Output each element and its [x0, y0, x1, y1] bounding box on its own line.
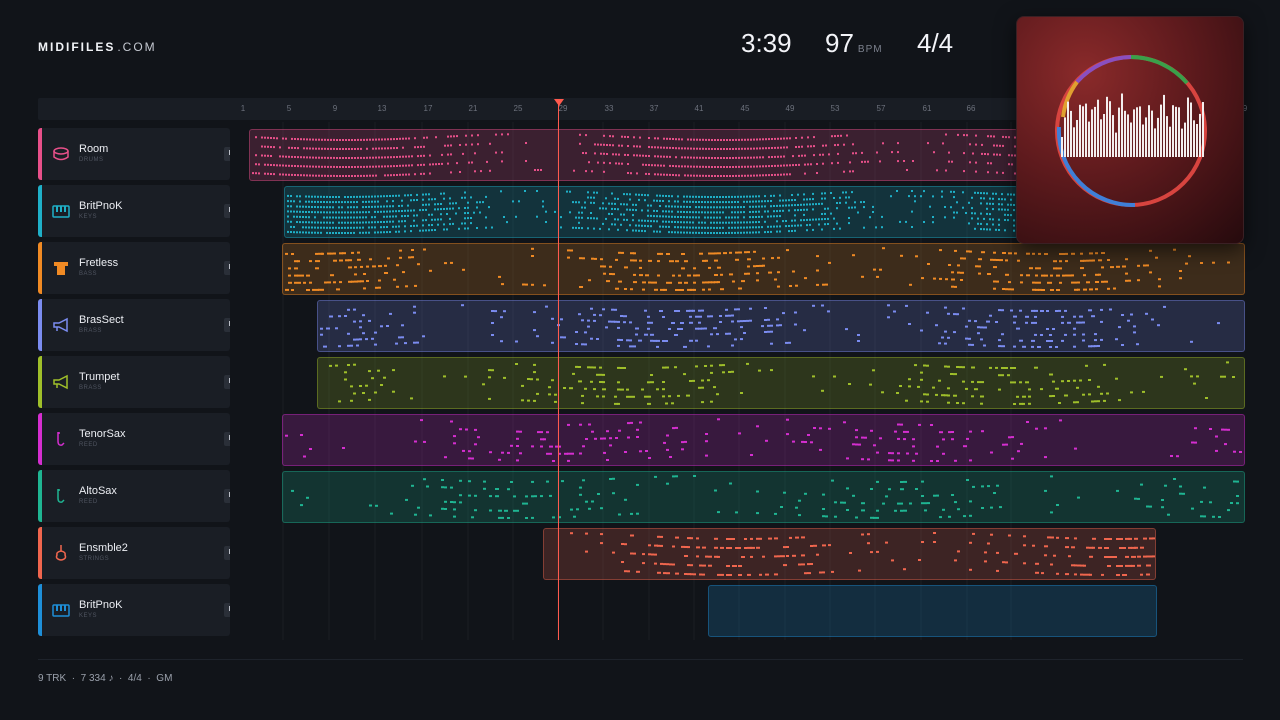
- track-count: 9 TRK: [38, 673, 67, 684]
- playhead[interactable]: [558, 100, 559, 640]
- note-pattern: [252, 133, 1016, 177]
- note-pattern: [329, 361, 1235, 405]
- midi-clip[interactable]: [543, 528, 1156, 580]
- footer-time-signature: 4/4: [127, 673, 142, 684]
- album-art-visualizer: [1016, 16, 1244, 244]
- note-pattern: [570, 532, 1155, 576]
- midi-clip[interactable]: [708, 585, 1157, 637]
- footer-separator: ·: [147, 673, 151, 684]
- midi-clip[interactable]: [282, 414, 1245, 466]
- midi-clip[interactable]: [282, 243, 1245, 295]
- note-pattern: [320, 304, 1220, 348]
- note-pattern: [709, 586, 1156, 634]
- note-pattern: [285, 247, 1230, 291]
- midi-standard: GM: [156, 673, 173, 684]
- midi-clip[interactable]: [317, 300, 1245, 352]
- playhead-handle[interactable]: [554, 99, 564, 106]
- midi-clip[interactable]: [317, 357, 1245, 409]
- footer-divider: [38, 659, 1243, 660]
- midi-clip[interactable]: [284, 186, 1018, 238]
- note-pattern: [287, 190, 1015, 234]
- midi-clip[interactable]: [282, 471, 1245, 523]
- note-pattern: [285, 418, 1242, 462]
- note-pattern: [291, 475, 1239, 519]
- note-count: 7 334 ♪: [80, 673, 114, 684]
- midi-clip[interactable]: [249, 129, 1018, 181]
- spectrum-bars-icon: [1061, 93, 1204, 157]
- footer-separator: ·: [119, 673, 123, 684]
- status-footer: 9 TRK · 7 334 ♪ · 4/4 · GM: [38, 673, 172, 684]
- footer-separator: ·: [71, 673, 76, 684]
